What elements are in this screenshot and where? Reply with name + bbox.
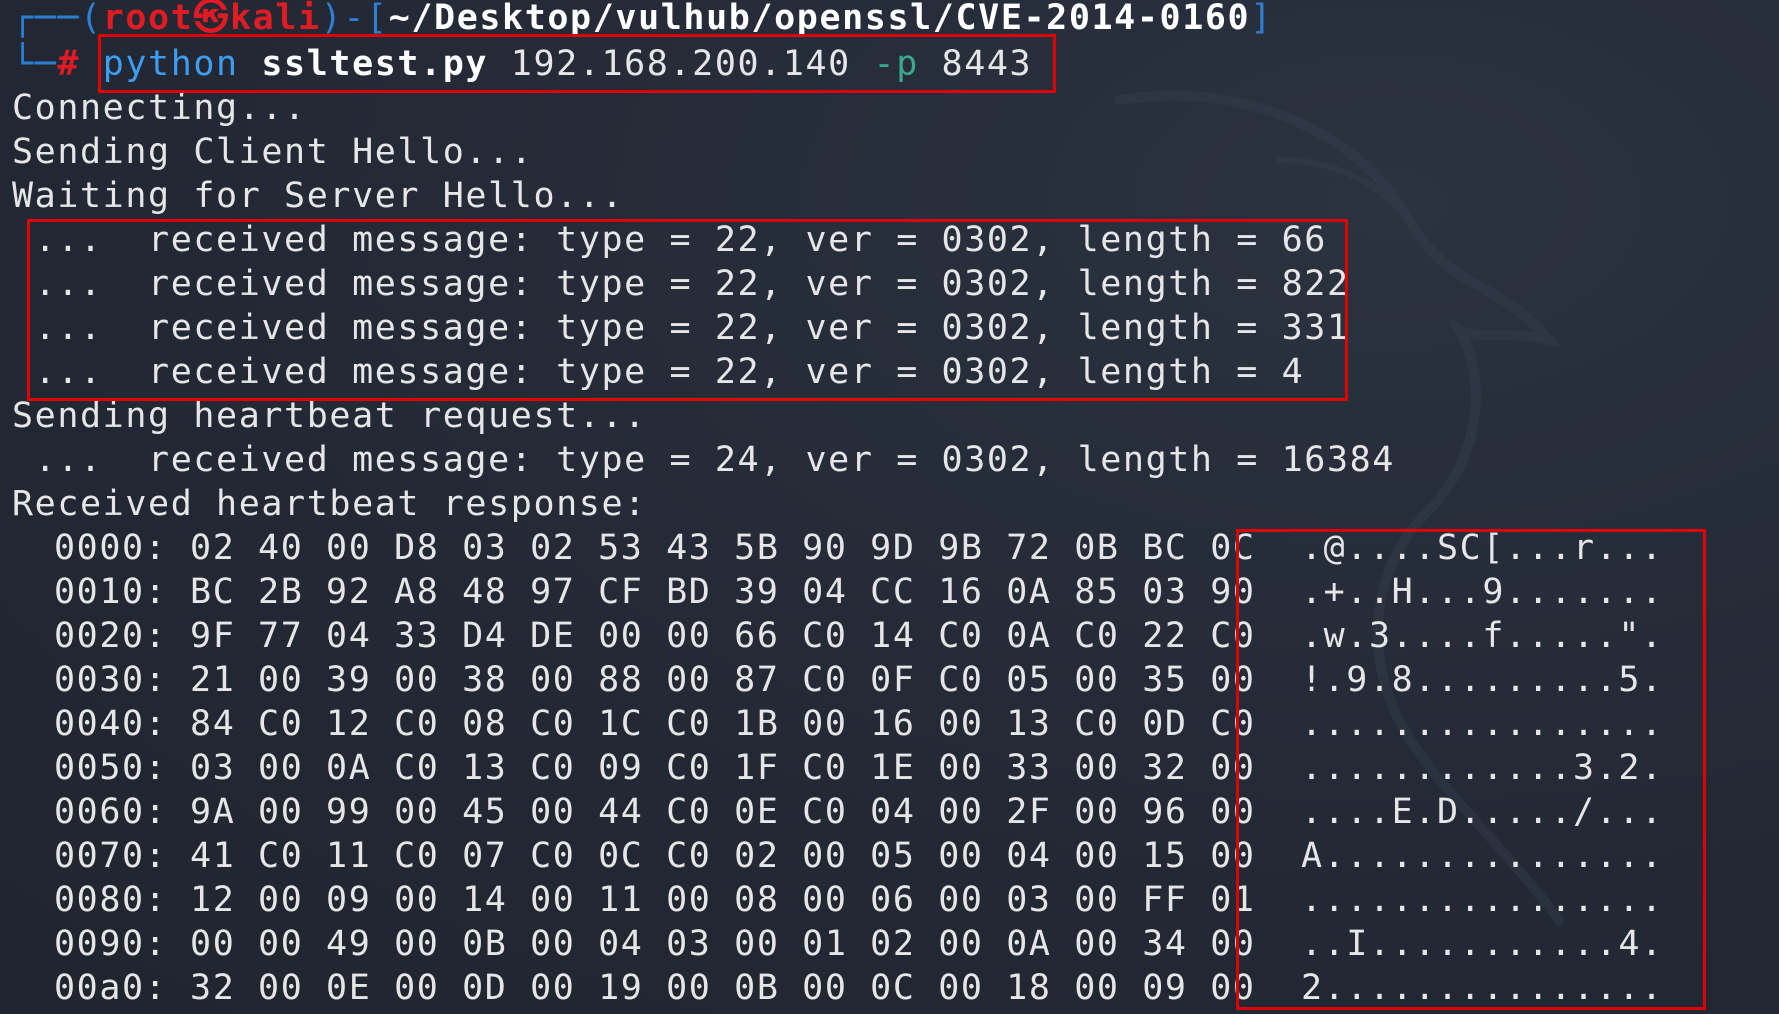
output-heartbeat-received: ... received message: type = 24, ver = 0… <box>12 440 1395 480</box>
command-line[interactable]: └─# python ssltest.py 192.168.200.140 -p… <box>12 42 1032 86</box>
hexdump-offset: 0090: <box>54 924 168 964</box>
hexdump-ascii: ................ <box>1300 880 1664 920</box>
hexdump-row: 0030: 21 00 39 00 38 00 88 00 87 C0 0F C… <box>54 658 1664 702</box>
hexdump-row: 0040: 84 C0 12 C0 08 C0 1C C0 1B 00 16 0… <box>54 702 1664 746</box>
prompt-corner-top: ┌──( <box>12 0 103 38</box>
prompt-cwd: ~/Desktop/vulhub/openssl/CVE-2014-0160 <box>388 0 1251 38</box>
hexdump-ascii: A............... <box>1300 836 1664 876</box>
received-message-line: ... received message: type = 22, ver = 0… <box>12 352 1305 392</box>
hexdump-row: 0090: 00 00 49 00 0B 00 04 03 00 01 02 0… <box>54 922 1664 966</box>
hexdump-hex: 41 C0 11 C0 07 C0 0C C0 02 00 05 00 04 0… <box>190 836 1256 876</box>
hexdump-hex: 02 40 00 D8 03 02 53 43 5B 90 9D 9B 72 0… <box>190 528 1256 568</box>
command-python: python <box>102 44 239 84</box>
hexdump-ascii: 2............... <box>1300 968 1664 1008</box>
hexdump-hex: 32 00 0E 00 0D 00 19 00 0B 00 0C 00 18 0… <box>190 968 1256 1008</box>
hexdump-hex: 21 00 39 00 38 00 88 00 87 C0 0F C0 05 0… <box>190 660 1256 700</box>
command-script: ssltest.py <box>261 44 489 84</box>
hexdump-hex: 12 00 09 00 14 00 11 00 08 00 06 00 03 0… <box>190 880 1256 920</box>
hexdump-hex: 00 00 49 00 0B 00 04 03 00 01 02 00 0A 0… <box>190 924 1256 964</box>
prompt-bracket-sep: )-[ <box>320 0 389 38</box>
hexdump-offset: 0080: <box>54 880 168 920</box>
hexdump-ascii: ..I...........4. <box>1300 924 1664 964</box>
hexdump-ascii: !.9.8.........5. <box>1300 660 1664 700</box>
hexdump-row: 0000: 02 40 00 D8 03 02 53 43 5B 90 9D 9… <box>54 526 1664 570</box>
hexdump-hex: BC 2B 92 A8 48 97 CF BD 39 04 CC 16 0A 8… <box>190 572 1256 612</box>
output-heartbeat-request: Sending heartbeat request... <box>12 396 647 436</box>
hexdump-offset: 00a0: <box>54 968 168 1008</box>
hexdump-offset: 0000: <box>54 528 168 568</box>
terminal-window[interactable]: ┌──(root㉿kali)-[~/Desktop/vulhub/openssl… <box>0 0 1779 1014</box>
hexdump-ascii: .@....SC[...r... <box>1300 528 1664 568</box>
prompt-corner-bottom: └─ <box>12 44 58 84</box>
output-client-hello: Sending Client Hello... <box>12 132 534 172</box>
hexdump-row: 0070: 41 C0 11 C0 07 C0 0C C0 02 00 05 0… <box>54 834 1664 878</box>
hexdump-offset: 0070: <box>54 836 168 876</box>
hexdump-hex: 84 C0 12 C0 08 C0 1C C0 1B 00 16 00 13 C… <box>190 704 1256 744</box>
hexdump-offset: 0020: <box>54 616 168 656</box>
hexdump-offset: 0010: <box>54 572 168 612</box>
hexdump-offset: 0040: <box>54 704 168 744</box>
hexdump-row: 0060: 9A 00 99 00 45 00 44 C0 0E C0 04 0… <box>54 790 1664 834</box>
prompt-user-host: root㉿kali <box>102 0 321 38</box>
hexdump-row: 0080: 12 00 09 00 14 00 11 00 08 00 06 0… <box>54 878 1664 922</box>
hexdump-hex: 03 00 0A C0 13 C0 09 C0 1F C0 1E 00 33 0… <box>190 748 1256 788</box>
prompt-hash: # <box>57 44 81 84</box>
received-message-line: ... received message: type = 22, ver = 0… <box>12 264 1350 304</box>
hexdump-ascii: .+..H...9....... <box>1300 572 1664 612</box>
hexdump-row: 0010: BC 2B 92 A8 48 97 CF BD 39 04 CC 1… <box>54 570 1664 614</box>
hexdump-offset: 0050: <box>54 748 168 788</box>
received-message-line: ... received message: type = 22, ver = 0… <box>12 220 1327 260</box>
hexdump-offset: 0060: <box>54 792 168 832</box>
hexdump-ascii: ................ <box>1300 704 1664 744</box>
prompt-header-line: ┌──(root㉿kali)-[~/Desktop/vulhub/openssl… <box>12 0 1273 40</box>
command-port: 8443 <box>941 44 1033 84</box>
hexdump-ascii: ............3.2. <box>1300 748 1664 788</box>
prompt-bracket-end: ] <box>1250 0 1273 38</box>
hexdump-hex: 9A 00 99 00 45 00 44 C0 0E C0 04 00 2F 0… <box>190 792 1256 832</box>
command-flag: -p <box>873 44 919 84</box>
output-connecting: Connecting... <box>12 88 307 128</box>
hexdump-ascii: .w.3....f.....". <box>1300 616 1664 656</box>
command-target-ip: 192.168.200.140 <box>510 44 851 84</box>
received-message-line: ... received message: type = 22, ver = 0… <box>12 308 1350 348</box>
output-server-hello: Waiting for Server Hello... <box>12 176 625 216</box>
hexdump-row: 0020: 9F 77 04 33 D4 DE 00 00 66 C0 14 C… <box>54 614 1664 658</box>
hexdump-hex: 9F 77 04 33 D4 DE 00 00 66 C0 14 C0 0A C… <box>190 616 1256 656</box>
hexdump-row: 00a0: 32 00 0E 00 0D 00 19 00 0B 00 0C 0… <box>54 966 1664 1010</box>
hexdump-ascii: ....E.D...../... <box>1300 792 1664 832</box>
hexdump-row: 0050: 03 00 0A C0 13 C0 09 C0 1F C0 1E 0… <box>54 746 1664 790</box>
output-heartbeat-response: Received heartbeat response: <box>12 484 647 524</box>
hexdump-offset: 0030: <box>54 660 168 700</box>
